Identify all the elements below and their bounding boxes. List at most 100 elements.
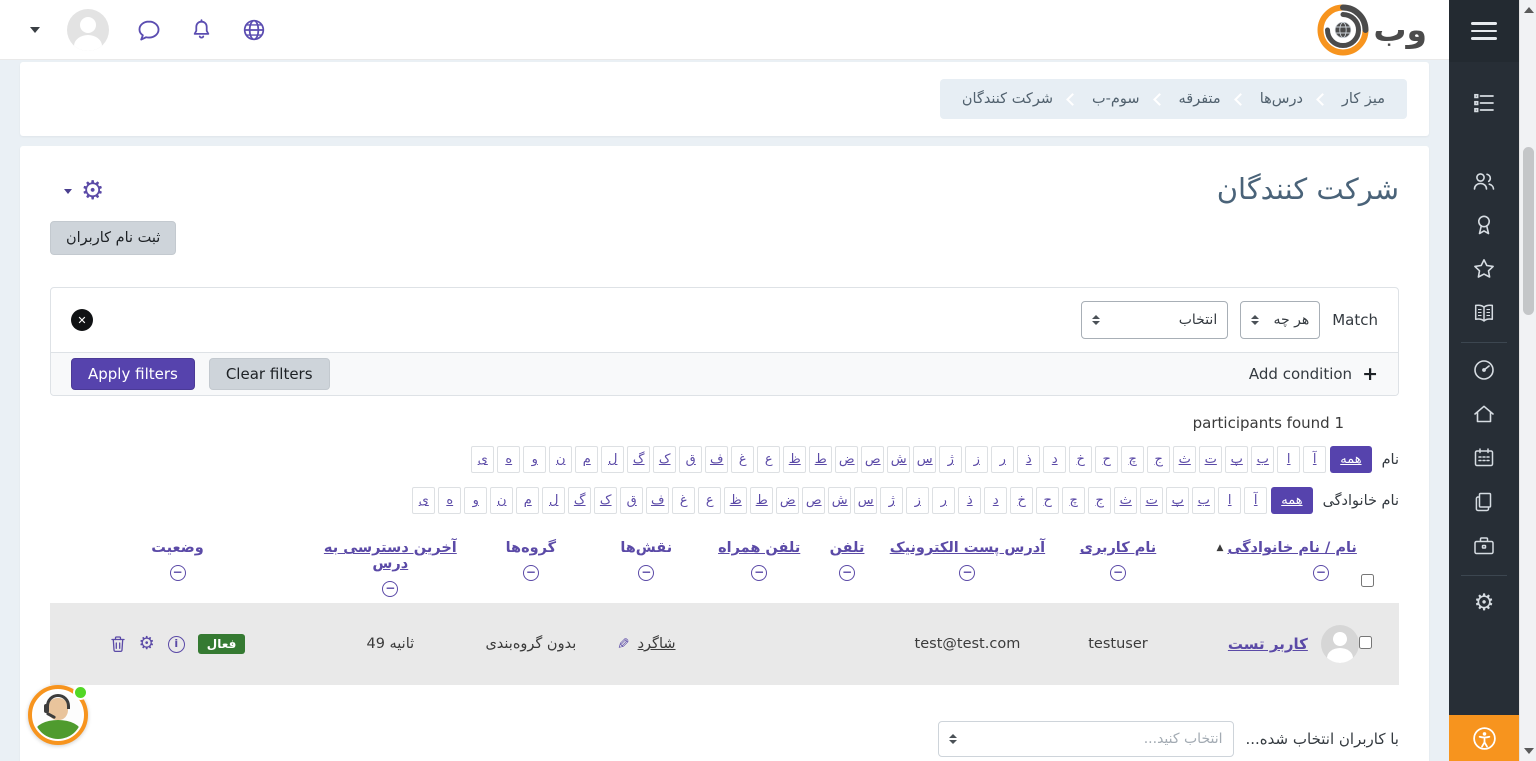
sidebar-item-content-bank[interactable]: [1471, 533, 1497, 559]
remove-filter-row-button[interactable]: [71, 309, 93, 331]
letter-filter[interactable]: و: [523, 446, 546, 473]
collapse-column-icon[interactable]: [170, 565, 186, 581]
letter-filter[interactable]: م: [516, 487, 539, 514]
collapse-column-icon[interactable]: [959, 565, 975, 581]
apply-filters-button[interactable]: Apply filters: [71, 358, 195, 390]
letter-filter[interactable]: چ: [1062, 487, 1085, 514]
letter-filter[interactable]: ش: [887, 446, 910, 473]
breadcrumb-item[interactable]: متفرقه: [1179, 91, 1221, 107]
letter-filter[interactable]: ن: [549, 446, 572, 473]
letter-filter[interactable]: ر: [932, 487, 955, 514]
letter-filter[interactable]: غ: [731, 446, 754, 473]
bulk-actions-select[interactable]: انتخاب کنید...: [938, 721, 1234, 757]
last-name-all-button[interactable]: همه: [1271, 487, 1312, 514]
letter-filter[interactable]: د: [1043, 446, 1066, 473]
match-select[interactable]: هر چه: [1240, 301, 1320, 339]
letter-filter[interactable]: خ: [1069, 446, 1092, 473]
letter-filter[interactable]: ل: [542, 487, 565, 514]
letter-filter[interactable]: ش: [828, 487, 851, 514]
page-actions-menu[interactable]: [64, 178, 104, 204]
letter-filter[interactable]: ه: [438, 487, 461, 514]
accessibility-button[interactable]: [1449, 715, 1519, 761]
scrollbar-thumb[interactable]: [1523, 147, 1534, 315]
info-icon[interactable]: [168, 636, 185, 653]
first-name-all-button[interactable]: همه: [1330, 446, 1371, 473]
letter-filter[interactable]: پ: [1166, 487, 1189, 514]
letter-filter[interactable]: ق: [679, 446, 702, 473]
sidebar-menu-toggle[interactable]: [1449, 0, 1519, 62]
page-scrollbar[interactable]: [1519, 0, 1536, 761]
user-name-link[interactable]: کاربر تست: [1228, 635, 1308, 653]
letter-filter[interactable]: ع: [698, 487, 721, 514]
enrolment-gear-icon[interactable]: [139, 635, 155, 653]
letter-filter[interactable]: ک: [594, 487, 617, 514]
letter-filter[interactable]: م: [575, 446, 598, 473]
sidebar-item-courses[interactable]: [1471, 300, 1497, 326]
sidebar-item-dashboard[interactable]: [1471, 357, 1497, 383]
letter-filter[interactable]: ف: [705, 446, 728, 473]
user-row-avatar[interactable]: [1321, 625, 1359, 663]
letter-filter[interactable]: ت: [1199, 446, 1222, 473]
sidebar-item-home[interactable]: [1471, 401, 1497, 427]
letter-filter[interactable]: س: [854, 487, 877, 514]
collapse-column-icon[interactable]: [523, 565, 539, 581]
notifications-button[interactable]: [189, 17, 214, 42]
letter-filter[interactable]: ن: [490, 487, 513, 514]
letter-filter[interactable]: ه: [497, 446, 520, 473]
letter-filter[interactable]: ح: [1095, 446, 1118, 473]
letter-filter[interactable]: ث: [1114, 487, 1137, 514]
collapse-column-icon[interactable]: [751, 565, 767, 581]
sidebar-item-files[interactable]: [1471, 489, 1497, 515]
letter-filter[interactable]: ی: [412, 487, 435, 514]
condition-type-select[interactable]: انتخاب: [1081, 301, 1228, 339]
unenrol-trash-icon[interactable]: [110, 635, 126, 653]
letter-filter[interactable]: ژ: [880, 487, 903, 514]
letter-filter[interactable]: پ: [1225, 446, 1248, 473]
letter-filter[interactable]: ل: [601, 446, 624, 473]
breadcrumb-item[interactable]: درس‌ها: [1260, 91, 1303, 107]
sort-last-access-header[interactable]: آخرین دسترسی به درس: [324, 540, 457, 572]
scrollbar-down-arrow[interactable]: [1524, 748, 1534, 754]
messages-button[interactable]: [136, 17, 162, 43]
letter-filter[interactable]: ص: [861, 446, 884, 473]
letter-filter[interactable]: ا: [1277, 446, 1300, 473]
sidebar-item-participants[interactable]: [1471, 168, 1497, 194]
letter-filter[interactable]: د: [984, 487, 1007, 514]
letter-filter[interactable]: گ: [568, 487, 591, 514]
select-user-checkbox[interactable]: [1359, 636, 1372, 649]
breadcrumb-item[interactable]: سوم-ب: [1092, 91, 1140, 107]
letter-filter[interactable]: ف: [646, 487, 669, 514]
add-condition-button[interactable]: Add condition: [1249, 363, 1378, 385]
sidebar-item-settings[interactable]: [1471, 590, 1497, 616]
letter-filter[interactable]: ژ: [939, 446, 962, 473]
letter-filter[interactable]: ذ: [1017, 446, 1040, 473]
letter-filter[interactable]: ک: [653, 446, 676, 473]
user-menu-caret-icon[interactable]: [30, 27, 40, 33]
collapse-column-icon[interactable]: [638, 565, 654, 581]
language-button[interactable]: [241, 17, 267, 43]
letter-filter[interactable]: ظ: [783, 446, 806, 473]
letter-filter[interactable]: ط: [750, 487, 773, 514]
sidebar-item-list[interactable]: [1471, 90, 1497, 116]
letter-filter[interactable]: ب: [1251, 446, 1274, 473]
letter-filter[interactable]: ع: [757, 446, 780, 473]
sort-mobile-header[interactable]: تلفن همراه: [718, 540, 800, 556]
letter-filter[interactable]: ج: [1088, 487, 1111, 514]
letter-filter[interactable]: گ: [627, 446, 650, 473]
letter-filter[interactable]: آ: [1303, 446, 1326, 473]
letter-filter[interactable]: ظ: [724, 487, 747, 514]
letter-filter[interactable]: ق: [620, 487, 643, 514]
letter-filter[interactable]: ز: [965, 446, 988, 473]
scrollbar-up-arrow[interactable]: [1524, 7, 1534, 13]
letter-filter[interactable]: غ: [672, 487, 695, 514]
collapse-column-icon[interactable]: [1313, 565, 1329, 581]
letter-filter[interactable]: آ: [1244, 487, 1267, 514]
enrol-users-button[interactable]: ثبت نام کاربران: [50, 221, 176, 255]
letter-filter[interactable]: ج: [1147, 446, 1170, 473]
breadcrumb-item[interactable]: میز کار: [1342, 91, 1385, 107]
collapse-column-icon[interactable]: [839, 565, 855, 581]
letter-filter[interactable]: س: [913, 446, 936, 473]
site-logo[interactable]: وب: [1317, 4, 1427, 56]
sort-username-header[interactable]: نام کاربری: [1080, 540, 1157, 556]
sidebar-item-badges[interactable]: [1471, 212, 1497, 238]
